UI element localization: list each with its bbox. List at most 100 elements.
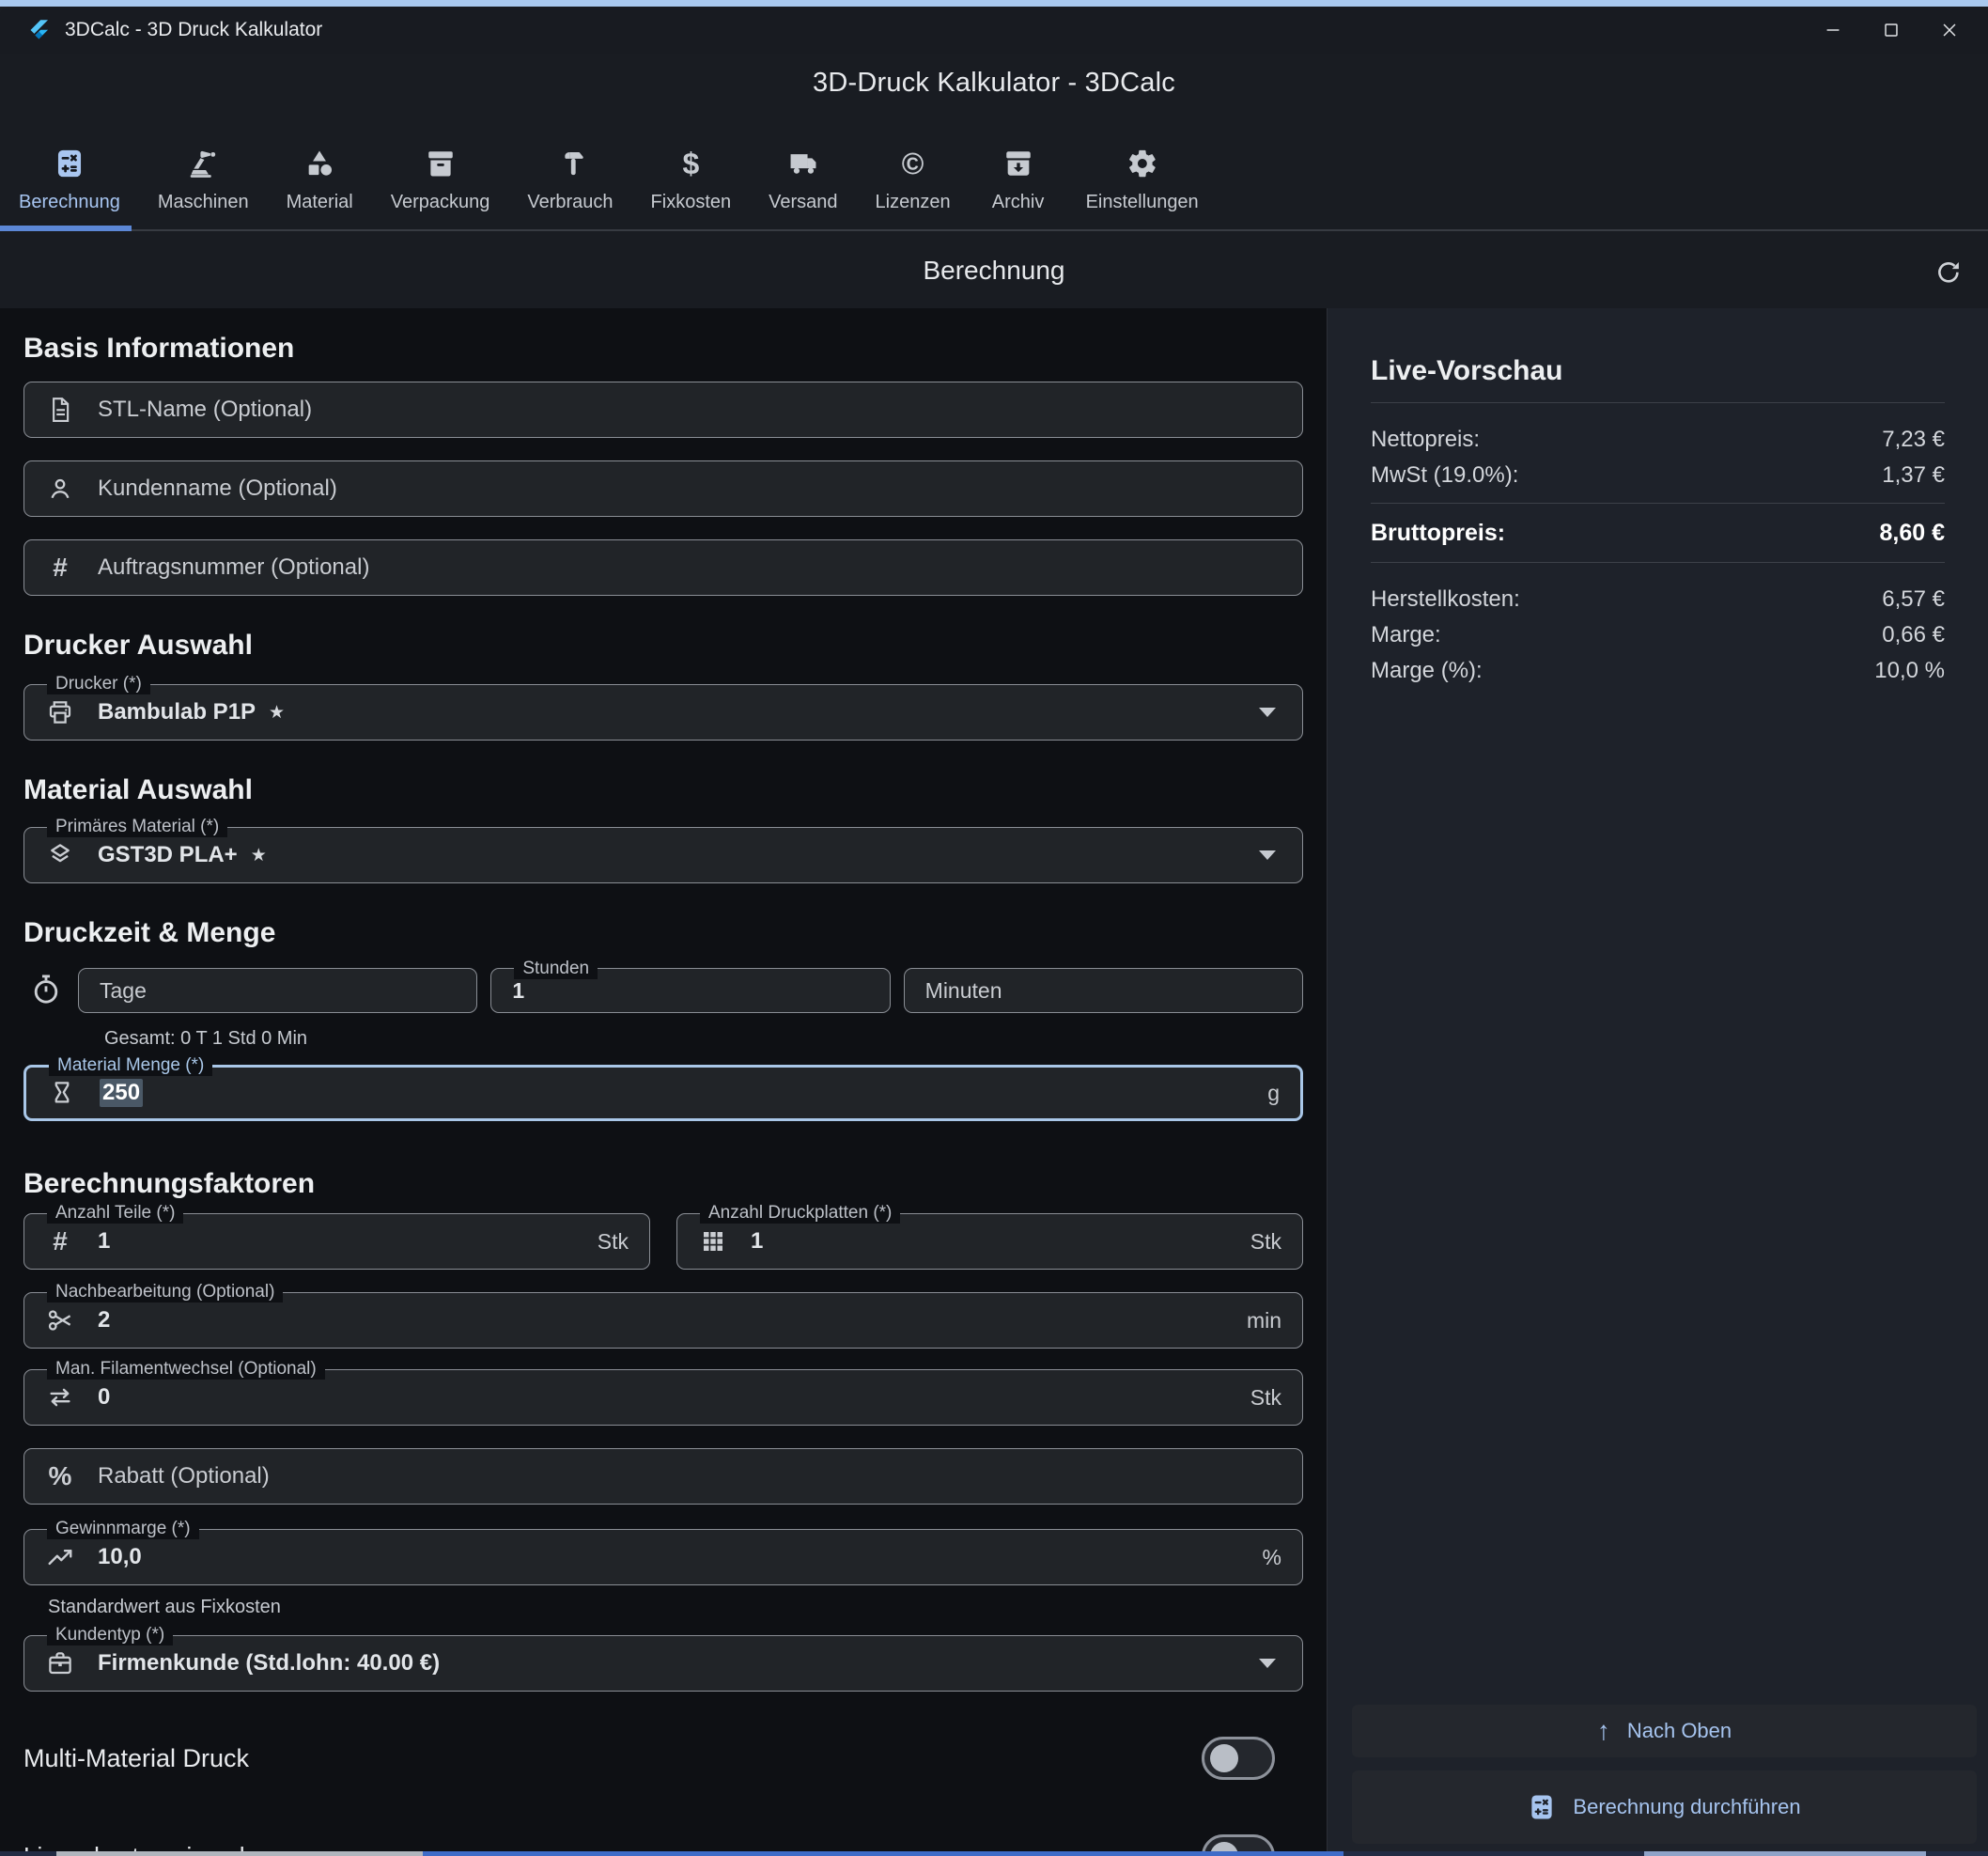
timer-icon <box>29 973 65 1008</box>
tab-versand[interactable]: Versand <box>750 137 856 213</box>
chevron-down-icon <box>1259 1659 1276 1668</box>
tab-label: Maschinen <box>158 192 249 213</box>
drucker-select[interactable]: Drucker (*) Bambulab P1P ★ <box>23 684 1303 741</box>
row-value: 8,60 € <box>1879 519 1945 547</box>
gear-icon <box>1126 147 1159 180</box>
trending-up-icon <box>45 1542 75 1572</box>
drucker-select-label: Drucker (*) <box>47 674 150 694</box>
row-label: Herstellkosten: <box>1371 585 1520 614</box>
tab-label: Fixkosten <box>651 192 732 213</box>
titlebar: 3DCalc - 3D Druck Kalkulator <box>0 7 1988 54</box>
maximize-button[interactable] <box>1862 9 1920 51</box>
tab-fixkosten[interactable]: $ Fixkosten <box>632 137 751 213</box>
divider <box>1371 503 1945 504</box>
tab-einstellungen[interactable]: Einstellungen <box>1067 137 1218 213</box>
tab-verpackung[interactable]: Verpackung <box>372 137 509 213</box>
printer-icon <box>45 697 75 727</box>
section-material-title: Material Auswahl <box>23 774 1303 806</box>
close-button[interactable] <box>1920 9 1979 51</box>
nachbearbeitung-value: 2 <box>98 1307 110 1334</box>
multi-material-row: Multi-Material Druck <box>23 1737 1303 1780</box>
druckplatten-suffix: Stk <box>1250 1229 1281 1255</box>
tab-berechnung[interactable]: Berechnung <box>0 137 139 213</box>
anzahl-teile-suffix: Stk <box>598 1229 629 1255</box>
druckplatten-input[interactable]: Anzahl Druckplatten (*) 1 Stk <box>676 1213 1303 1270</box>
minuten-placeholder: Minuten <box>925 978 1002 1004</box>
stunden-value: 1 <box>512 978 524 1004</box>
divider <box>1371 402 1945 403</box>
preview-row-marge-prozent: Marge (%): 10,0 % <box>1371 657 1945 685</box>
document-icon <box>45 395 75 425</box>
app-window: 3DCalc - 3D Druck Kalkulator 3D-Druck Ka… <box>0 0 1988 1856</box>
row-value: 10,0 % <box>1874 657 1945 685</box>
stl-name-placeholder: STL-Name (Optional) <box>98 397 312 423</box>
preview-row-herstellkosten: Herstellkosten: 6,57 € <box>1371 585 1945 614</box>
chevron-down-icon <box>1259 708 1276 717</box>
tab-verbrauch[interactable]: Verbrauch <box>508 137 631 213</box>
filamentwechsel-input[interactable]: Man. Filamentwechsel (Optional) 0 Stk <box>23 1369 1303 1426</box>
hourglass-icon <box>47 1078 77 1108</box>
multi-material-label: Multi-Material Druck <box>23 1744 249 1773</box>
stunden-input[interactable]: Stunden 1 <box>490 968 890 1013</box>
auftragsnummer-input[interactable]: # Auftragsnummer (Optional) <box>23 539 1303 596</box>
tab-label: Archiv <box>992 192 1045 213</box>
berechnung-durchfuehren-button[interactable]: Berechnung durchführen <box>1352 1770 1977 1844</box>
refresh-button[interactable] <box>1930 254 1967 291</box>
multi-material-toggle[interactable] <box>1202 1737 1275 1780</box>
row-label: MwSt (19.0%): <box>1371 461 1518 490</box>
grid-icon <box>698 1226 728 1256</box>
calculation-form: Basis Informationen STL-Name (Optional) … <box>0 308 1327 1856</box>
tage-placeholder: Tage <box>100 978 147 1004</box>
nachbearbeitung-input[interactable]: Nachbearbeitung (Optional) 2 min <box>23 1292 1303 1349</box>
material-value: GST3D PLA+ <box>98 842 238 868</box>
gewinnmarge-suffix: % <box>1263 1545 1281 1570</box>
section-basis-title: Basis Informationen <box>23 333 1303 365</box>
anzahl-teile-input[interactable]: Anzahl Teile (*) # 1 Stk <box>23 1213 650 1270</box>
tage-input[interactable]: Tage <box>78 968 477 1013</box>
gewinnmarge-input[interactable]: Gewinnmarge (*) 10,0 % <box>23 1529 1303 1585</box>
tab-maschinen[interactable]: Maschinen <box>139 137 268 213</box>
dollar-icon: $ <box>674 147 707 180</box>
material-select-label: Primäres Material (*) <box>47 817 227 837</box>
material-select[interactable]: Primäres Material (*) GST3D PLA+ ★ <box>23 827 1303 883</box>
material-menge-input[interactable]: Material Menge (*) 250 g <box>23 1065 1303 1121</box>
preview-row-marge: Marge: 0,66 € <box>1371 621 1945 649</box>
archive-icon <box>1002 147 1035 180</box>
preview-row-nettopreis: Nettopreis: 7,23 € <box>1371 426 1945 454</box>
scissors-icon <box>45 1305 75 1335</box>
taskbar-segment <box>423 1851 1343 1856</box>
nach-oben-button[interactable]: ↑ Nach Oben <box>1352 1705 1977 1757</box>
taskbar-segment <box>56 1851 423 1856</box>
tab-material[interactable]: Material <box>268 137 372 213</box>
row-value: 0,66 € <box>1882 621 1945 649</box>
anzahl-teile-label: Anzahl Teile (*) <box>47 1203 183 1224</box>
kundenname-placeholder: Kundenname (Optional) <box>98 476 337 502</box>
tab-label: Verpackung <box>391 192 490 213</box>
tab-label: Lizenzen <box>876 192 951 213</box>
page-header: Berechnung <box>0 233 1988 308</box>
preview-row-mwst: MwSt (19.0%): 1,37 € <box>1371 461 1945 490</box>
material-menge-suffix: g <box>1267 1081 1280 1106</box>
tab-lizenzen[interactable]: © Lizenzen <box>857 137 970 213</box>
preview-title: Live-Vorschau <box>1371 355 1945 387</box>
divider <box>1371 562 1945 563</box>
minuten-input[interactable]: Minuten <box>904 968 1303 1013</box>
minimize-button[interactable] <box>1804 9 1862 51</box>
live-preview-panel: Live-Vorschau Nettopreis: 7,23 € MwSt (1… <box>1327 308 1988 1856</box>
tab-archiv[interactable]: Archiv <box>970 137 1067 213</box>
copyright-icon: © <box>896 147 930 180</box>
row-label: Nettopreis: <box>1371 426 1480 454</box>
anzahl-teile-value: 1 <box>98 1228 110 1255</box>
kundentyp-select[interactable]: Kundentyp (*) Firmenkunde (Std.lohn: 40.… <box>23 1635 1303 1692</box>
stl-name-input[interactable]: STL-Name (Optional) <box>23 382 1303 438</box>
calculator-icon <box>1528 1793 1556 1821</box>
page-title: Berechnung <box>923 256 1064 286</box>
gewinnmarge-helper: Standardwert aus Fixkosten <box>48 1597 1303 1618</box>
active-tab-indicator <box>0 226 132 231</box>
berechnung-durchfuehren-label: Berechnung durchführen <box>1573 1795 1800 1819</box>
kundenname-input[interactable]: Kundenname (Optional) <box>23 460 1303 517</box>
rabatt-input[interactable]: % Rabatt (Optional) <box>23 1448 1303 1505</box>
row-value: 7,23 € <box>1882 426 1945 454</box>
gesamt-text: Gesamt: 0 T 1 Std 0 Min <box>104 1028 1303 1050</box>
material-menge-value: 250 <box>100 1079 143 1107</box>
